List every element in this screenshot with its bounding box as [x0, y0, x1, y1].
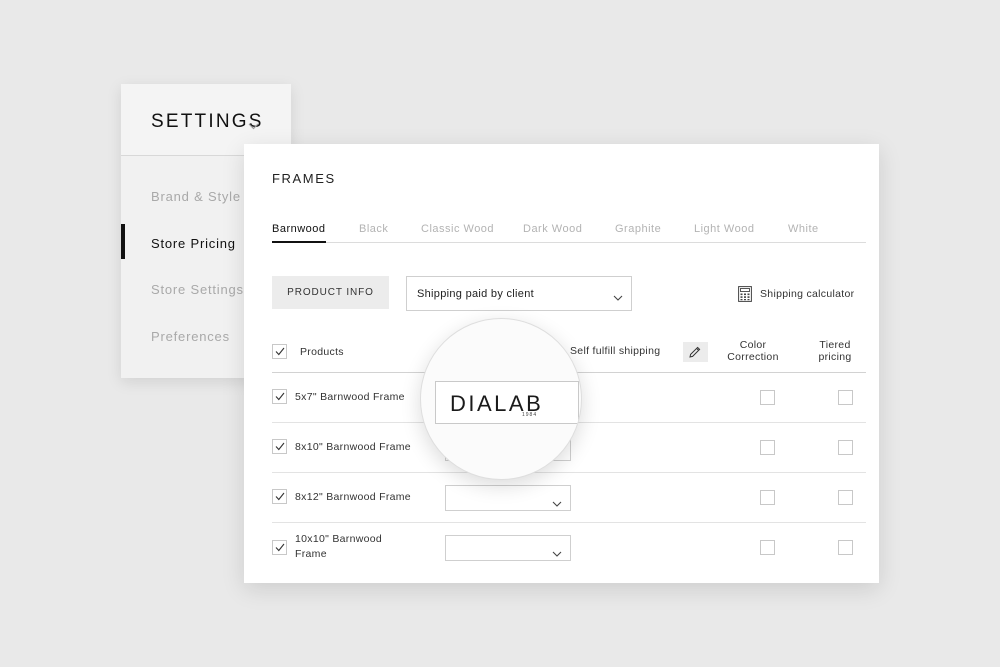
row-shipping-select[interactable]	[445, 535, 571, 561]
row-checkbox[interactable]	[272, 540, 287, 555]
tab-dark-wood[interactable]: Dark Wood	[523, 223, 582, 235]
magnifier-lens: DIALAB 1984	[420, 318, 582, 480]
color-correction-checkbox[interactable]	[760, 440, 775, 455]
nav-item-brand-style[interactable]: Brand & Style	[151, 189, 241, 204]
color-correction-checkbox[interactable]	[760, 490, 775, 505]
chevron-down-icon	[552, 544, 562, 562]
frames-title: FRAMES	[272, 171, 336, 186]
tab-black[interactable]: Black	[359, 223, 388, 235]
shipping-select-value: Shipping paid by client	[417, 288, 534, 300]
calculator-icon[interactable]	[738, 286, 752, 307]
row-checkbox[interactable]	[272, 489, 287, 504]
tiered-pricing-checkbox[interactable]	[838, 390, 853, 405]
tab-classic-wood[interactable]: Classic Wood	[421, 223, 494, 235]
products-column-header: Products	[300, 346, 344, 358]
row-product-label: 5x7" Barnwood Frame	[295, 391, 405, 403]
self-fulfill-column-header: Self fulfill shipping	[570, 345, 661, 357]
active-nav-indicator	[121, 224, 125, 259]
select-all-checkbox[interactable]	[272, 344, 287, 359]
tab-barnwood[interactable]: Barnwood	[272, 223, 326, 235]
dialab-logo-subtext: 1984	[522, 412, 538, 418]
row-divider	[272, 522, 866, 523]
shipping-select[interactable]: Shipping paid by client	[406, 276, 632, 311]
row-divider	[272, 472, 866, 473]
nav-item-store-settings[interactable]: Store Settings	[151, 282, 244, 297]
product-info-button[interactable]: PRODUCT INFO	[272, 276, 389, 309]
row-checkbox[interactable]	[272, 439, 287, 454]
edit-button[interactable]	[683, 342, 708, 362]
tab-graphite[interactable]: Graphite	[615, 223, 661, 235]
chevron-down-icon	[552, 494, 562, 512]
row-product-label: 10x10" Barnwood Frame	[295, 533, 383, 560]
chevron-down-icon	[613, 288, 623, 306]
tab-light-wood[interactable]: Light Wood	[694, 223, 754, 235]
row-product-label: 8x12" Barnwood Frame	[295, 491, 411, 503]
row-checkbox[interactable]	[272, 389, 287, 404]
chevron-down-icon[interactable]	[248, 117, 259, 135]
color-correction-checkbox[interactable]	[760, 390, 775, 405]
tab-white[interactable]: White	[788, 223, 819, 235]
magnified-logo-select: DIALAB 1984	[435, 381, 579, 424]
active-tab-underline	[272, 241, 326, 243]
nav-item-store-pricing[interactable]: Store Pricing	[151, 236, 236, 251]
shipping-calculator-link[interactable]: Shipping calculator	[760, 288, 854, 300]
color-correction-column-header: Color Correction	[727, 339, 779, 363]
tiered-pricing-checkbox[interactable]	[838, 540, 853, 555]
tiered-pricing-checkbox[interactable]	[838, 490, 853, 505]
row-shipping-select[interactable]	[445, 485, 571, 511]
color-correction-checkbox[interactable]	[760, 540, 775, 555]
settings-title: SETTINGS	[151, 111, 264, 132]
tiered-pricing-checkbox[interactable]	[838, 440, 853, 455]
tabs-divider	[272, 242, 866, 243]
nav-item-preferences[interactable]: Preferences	[151, 329, 230, 344]
tiered-pricing-column-header: Tiered pricing	[818, 339, 852, 363]
row-product-label: 8x10" Barnwood Frame	[295, 441, 411, 453]
